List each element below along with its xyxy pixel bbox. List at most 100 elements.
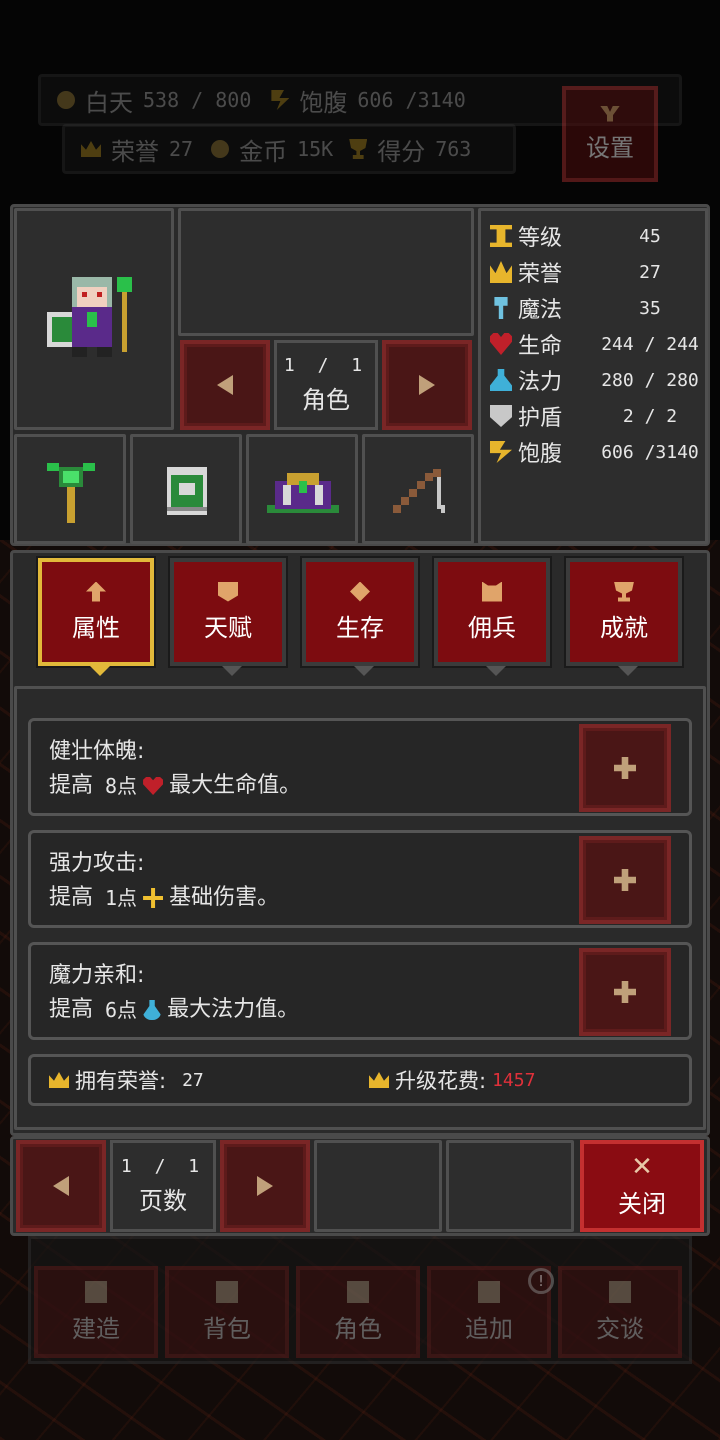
arrow-right-icon <box>419 375 435 395</box>
damage-icon <box>143 888 164 908</box>
owned-honor-label: 拥有荣誉: <box>75 1069 167 1093</box>
gear-icon <box>600 105 620 122</box>
perk-title: 魔力亲和: <box>49 963 145 988</box>
close-icon: ✕ <box>631 1151 653 1182</box>
perk-upgrade-button[interactable] <box>579 836 671 924</box>
gold-value: 15K <box>297 137 334 161</box>
settings-button[interactable]: 设置 <box>562 86 658 182</box>
tab-label: 天赋 <box>204 613 252 642</box>
page-next-button[interactable] <box>220 1140 310 1232</box>
nav-icon <box>85 1280 107 1303</box>
bottom-nav-item-1[interactable]: 背包 <box>165 1266 289 1358</box>
page-pager-number: 1 / 1 <box>120 1156 206 1177</box>
day-value: 538 / 800 <box>143 88 252 112</box>
perk-title: 健壮体魄: <box>49 739 145 764</box>
stat-value: 2 / 2 <box>622 405 678 427</box>
bottom-nav-item-0[interactable]: 建造 <box>34 1266 158 1358</box>
stat-row-3: 生命 244 / 244 <box>490 327 700 361</box>
tab-2[interactable]: 生存 <box>300 556 420 676</box>
stat-row-2: 魔法 35 <box>490 291 700 325</box>
stat-name: 法力 <box>518 370 563 395</box>
staff-icon <box>47 463 95 523</box>
heart-icon <box>143 777 164 795</box>
perk-suffix: 最大生命值。 <box>169 773 302 798</box>
nav-label: 角色 <box>334 1314 382 1343</box>
perk-text: 魔力亲和: 提高 6点 最大法力值。 <box>49 959 299 1027</box>
character-prev-button[interactable] <box>180 340 270 430</box>
arrow-left-icon <box>53 1176 69 1196</box>
tab-4[interactable]: 成就 <box>564 556 684 676</box>
footer-empty-slot-2 <box>446 1140 574 1232</box>
perk-card-0: 健壮体魄: 提高 8点 最大生命值。 <box>28 718 692 816</box>
stat-value: 35 <box>639 297 661 319</box>
close-button[interactable]: ✕ 关闭 <box>580 1140 704 1232</box>
character-pager-label: 角色 <box>302 386 350 414</box>
stat-name: 等级 <box>518 226 563 251</box>
stat-name: 饱腹 <box>518 442 563 467</box>
plus-icon <box>614 869 636 891</box>
page-pager: 1 / 1 页数 <box>110 1140 216 1232</box>
page-prev-button[interactable] <box>16 1140 106 1232</box>
satiety-label: 饱腹 <box>299 88 348 117</box>
character-next-button[interactable] <box>382 340 472 430</box>
stat-value: 27 <box>639 261 661 283</box>
gold-label: 金币 <box>239 137 288 166</box>
tab-icon <box>482 581 502 602</box>
stat-row-0: 等级 45 <box>490 219 700 253</box>
nav-label: 追加 <box>465 1314 513 1343</box>
character-preview-slot <box>178 208 474 336</box>
equip-slot-tool[interactable] <box>362 434 474 544</box>
heart-icon <box>490 333 512 355</box>
bottom-nav-item-2[interactable]: 角色 <box>296 1266 420 1358</box>
crown-icon <box>490 261 512 283</box>
sun-icon <box>57 91 75 109</box>
equip-slot-weapon[interactable] <box>14 434 126 544</box>
nav-label: 交谈 <box>596 1314 644 1343</box>
footer-empty-slot-1 <box>314 1140 442 1232</box>
perk-prefix: 提高 <box>49 997 94 1022</box>
tab-label: 生存 <box>336 613 384 642</box>
tab-notch <box>222 666 242 676</box>
stat-value: 280 / 280 <box>601 369 699 391</box>
perk-description: 提高 1点 基础伤害。 <box>49 881 279 915</box>
crown-icon <box>49 1072 69 1088</box>
tab-icon <box>86 581 106 602</box>
tab-icon <box>614 581 634 602</box>
perk-suffix: 基础伤害。 <box>169 885 280 910</box>
mage-character-sprite <box>47 277 132 357</box>
stat-row-5: 护盾 2 / 2 <box>490 399 700 433</box>
perk-amount: 6点 <box>105 998 138 1022</box>
tab-3[interactable]: 佣兵 <box>432 556 552 676</box>
tab-notch <box>486 666 506 676</box>
level-icon <box>490 225 512 247</box>
perk-upgrade-button[interactable] <box>579 948 671 1036</box>
book-icon <box>167 467 207 515</box>
trophy-icon <box>349 139 368 159</box>
satiety-value: 606 /3140 <box>357 88 466 112</box>
tab-0[interactable]: 属性 <box>36 556 156 676</box>
stat-name: 魔法 <box>518 298 563 323</box>
perk-title: 强力攻击: <box>49 851 145 876</box>
tab-notch <box>618 666 638 676</box>
stat-row-4: 法力 280 / 280 <box>490 363 700 397</box>
bottom-nav-item-4[interactable]: 交谈 <box>558 1266 682 1358</box>
stat-value: 244 / 244 <box>601 333 699 355</box>
page-pager-label: 页数 <box>139 1187 187 1215</box>
coin-icon <box>211 140 230 158</box>
nav-icon <box>347 1280 369 1303</box>
tab-icon <box>218 581 238 602</box>
tab-label: 成就 <box>600 613 648 642</box>
robe-icon <box>267 473 339 513</box>
upgrade-cost-value: 1457 <box>492 1069 536 1091</box>
nav-icon <box>609 1280 631 1303</box>
stat-value: 606 /3140 <box>601 441 699 463</box>
honor-summary-bar: 拥有荣誉: 27 升级花费: 1457 <box>28 1054 692 1106</box>
tab-1[interactable]: 天赋 <box>168 556 288 676</box>
stat-name: 护盾 <box>518 406 563 431</box>
equip-slot-offhand[interactable] <box>130 434 242 544</box>
equip-slot-armor[interactable] <box>246 434 358 544</box>
perk-card-2: 魔力亲和: 提高 6点 最大法力值。 <box>28 942 692 1040</box>
perk-upgrade-button[interactable] <box>579 724 671 812</box>
perk-text: 健壮体魄: 提高 8点 最大生命值。 <box>49 735 301 803</box>
tab-notch <box>90 666 110 676</box>
